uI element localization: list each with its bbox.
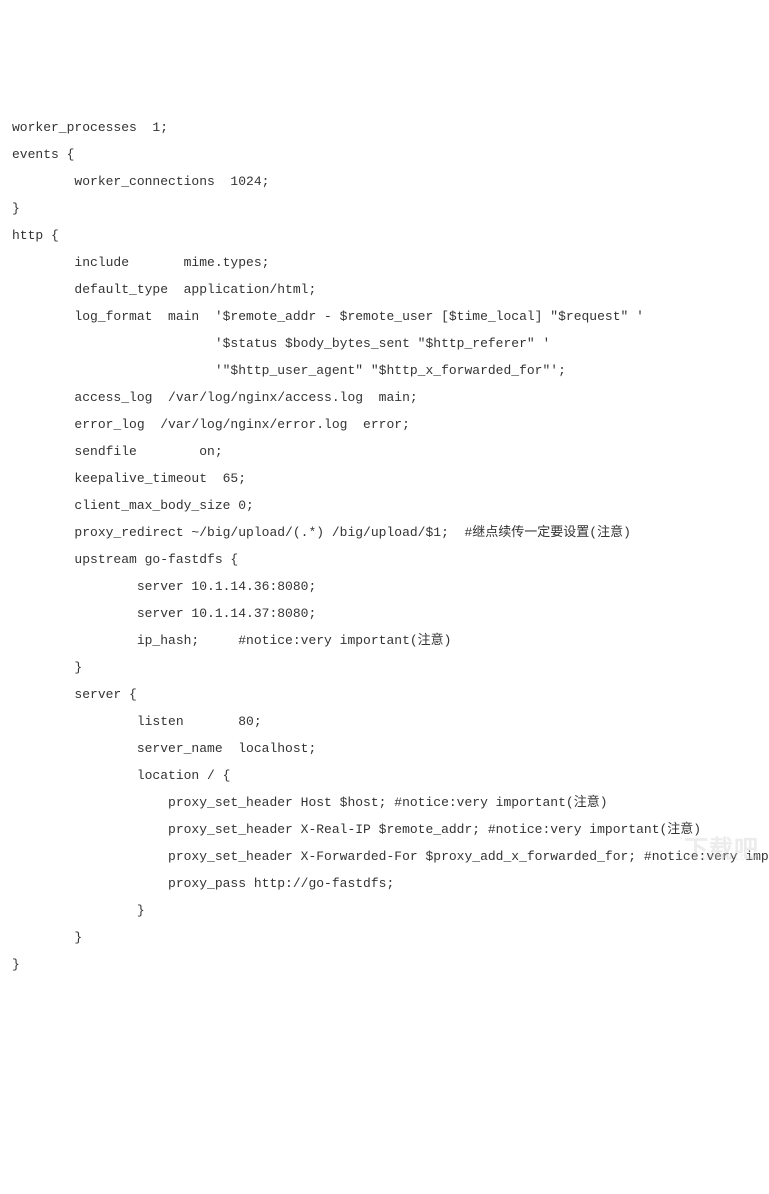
code-line: access_log /var/log/nginx/access.log mai… bbox=[12, 384, 757, 411]
code-block: worker_processes 1;events { worker_conne… bbox=[12, 114, 757, 978]
code-line: default_type application/html; bbox=[12, 276, 757, 303]
code-line: error_log /var/log/nginx/error.log error… bbox=[12, 411, 757, 438]
code-line: keepalive_timeout 65; bbox=[12, 465, 757, 492]
code-line: server { bbox=[12, 681, 757, 708]
code-line: client_max_body_size 0; bbox=[12, 492, 757, 519]
code-line: listen 80; bbox=[12, 708, 757, 735]
code-line: '"$http_user_agent" "$http_x_forwarded_f… bbox=[12, 357, 757, 384]
code-line: } bbox=[12, 195, 757, 222]
code-line: proxy_set_header X-Forwarded-For $proxy_… bbox=[12, 843, 757, 870]
code-line: upstream go-fastdfs { bbox=[12, 546, 757, 573]
code-line: ip_hash; #notice:very important(注意) bbox=[12, 627, 757, 654]
code-line: } bbox=[12, 951, 757, 978]
code-line: proxy_set_header X-Real-IP $remote_addr;… bbox=[12, 816, 757, 843]
code-line: } bbox=[12, 897, 757, 924]
code-line: server_name localhost; bbox=[12, 735, 757, 762]
code-line: events { bbox=[12, 141, 757, 168]
code-line: location / { bbox=[12, 762, 757, 789]
code-line: proxy_redirect ~/big/upload/(.*) /big/up… bbox=[12, 519, 757, 546]
code-line: sendfile on; bbox=[12, 438, 757, 465]
code-line: server 10.1.14.37:8080; bbox=[12, 600, 757, 627]
code-line: '$status $body_bytes_sent "$http_referer… bbox=[12, 330, 757, 357]
code-line: log_format main '$remote_addr - $remote_… bbox=[12, 303, 757, 330]
code-line: http { bbox=[12, 222, 757, 249]
code-line: } bbox=[12, 654, 757, 681]
code-line: worker_connections 1024; bbox=[12, 168, 757, 195]
code-line: include mime.types; bbox=[12, 249, 757, 276]
code-line: server 10.1.14.36:8080; bbox=[12, 573, 757, 600]
code-line: proxy_pass http://go-fastdfs; bbox=[12, 870, 757, 897]
code-line: } bbox=[12, 924, 757, 951]
code-line: worker_processes 1; bbox=[12, 114, 757, 141]
code-line: proxy_set_header Host $host; #notice:ver… bbox=[12, 789, 757, 816]
